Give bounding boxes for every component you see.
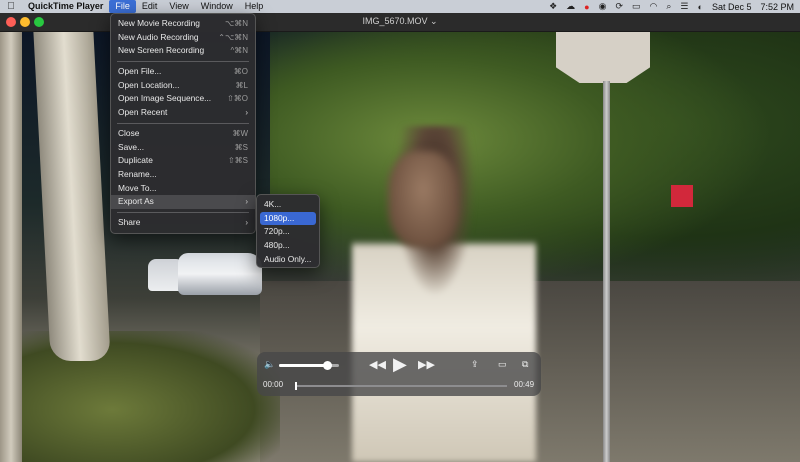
apple-menu-icon[interactable]:  — [0, 1, 22, 12]
dropbox-icon[interactable]: ❖ — [549, 1, 557, 12]
menu-item-save[interactable]: Save... ⌘S — [111, 141, 255, 155]
search-icon[interactable]: ⌕ — [666, 1, 671, 12]
current-time: 00:00 — [263, 380, 284, 389]
chevron-right-icon: › — [245, 217, 248, 227]
end-time: 00:49 — [514, 380, 535, 389]
battery-icon[interactable]: ▭ — [632, 1, 641, 12]
rewind-icon[interactable]: ◀◀ — [369, 359, 386, 371]
menu-item-new-screen-recording[interactable]: New Screen Recording ^⌘N — [111, 44, 255, 58]
menu-item-share[interactable]: Share › — [111, 216, 255, 230]
red-sign — [671, 185, 693, 207]
menu-separator — [117, 211, 249, 213]
menu-item-close[interactable]: Close ⌘W — [111, 127, 255, 141]
status-area: ❖ ☁ ● ◉ ⟳ ▭ ◠ ⌕ ☰ ◐ Sat Dec 5 7:52 PM — [549, 0, 794, 13]
file-menu: New Movie Recording ⌥⌘N New Audio Recordi… — [110, 13, 256, 234]
playhead[interactable] — [295, 382, 297, 390]
menu-separator — [117, 122, 249, 124]
menu-item-move-to[interactable]: Move To... — [111, 182, 255, 196]
menu-item-open-file[interactable]: Open File... ⌘O — [111, 65, 255, 79]
menu-separator — [117, 61, 249, 63]
cloud-icon[interactable]: ☁ — [566, 1, 575, 12]
chevron-right-icon: › — [245, 108, 248, 118]
export-4k[interactable]: 4K... — [260, 198, 316, 212]
menu-edit[interactable]: Edit — [136, 0, 164, 13]
user-icon[interactable]: ◐ — [698, 2, 703, 12]
menu-window[interactable]: Window — [195, 0, 239, 13]
export-480p[interactable]: 480p... — [260, 239, 316, 253]
tree-trunk — [33, 31, 111, 361]
export-submenu: 4K... 1080p... 720p... 480p... Audio Onl… — [256, 194, 320, 268]
playback-controls: 🔈 ◀◀ ▶ ▶▶ ⇪ ▭ ⧉ 00:00 00:49 — [257, 352, 541, 396]
menu-item-duplicate[interactable]: Duplicate ⇧⌘S — [111, 154, 255, 168]
menu-item-open-location[interactable]: Open Location... ⌘L — [111, 79, 255, 93]
sign-pole — [603, 81, 610, 462]
grass — [0, 331, 280, 462]
tree-trunk-left — [0, 31, 22, 462]
menu-item-export-as[interactable]: Export As › — [111, 195, 255, 209]
menu-help[interactable]: Help — [239, 0, 270, 13]
volume-icon[interactable]: 🔈 — [264, 359, 275, 370]
menu-time[interactable]: 7:52 PM — [760, 2, 794, 12]
volume-knob[interactable] — [323, 361, 332, 370]
menu-file[interactable]: File — [109, 0, 136, 13]
menu-item-open-image-sequence[interactable]: Open Image Sequence... ⇧⌘O — [111, 92, 255, 106]
menu-bar:  QuickTime Player File Edit View Window… — [0, 0, 800, 13]
volume-slider[interactable] — [279, 361, 339, 370]
export-720p[interactable]: 720p... — [260, 225, 316, 239]
scrubber[interactable] — [295, 382, 507, 390]
export-audio-only[interactable]: Audio Only... — [260, 253, 316, 267]
circle-status-icon[interactable]: ◉ — [599, 1, 607, 12]
chevron-right-icon: › — [245, 197, 248, 207]
export-1080p[interactable]: 1080p... — [260, 211, 316, 226]
menu-item-new-movie-recording[interactable]: New Movie Recording ⌥⌘N — [111, 17, 255, 31]
menu-date[interactable]: Sat Dec 5 — [712, 2, 752, 12]
volume-level — [279, 364, 327, 367]
control-center-icon[interactable]: ☰ — [680, 1, 688, 12]
picture-in-picture-icon[interactable]: ⧉ — [522, 358, 528, 370]
blurred-face — [388, 151, 458, 247]
wifi-icon[interactable]: ◠ — [650, 1, 658, 12]
recording-icon[interactable]: ● — [584, 2, 589, 12]
play-icon[interactable]: ▶ — [393, 355, 407, 373]
fast-forward-icon[interactable]: ▶▶ — [418, 359, 435, 371]
stop-sign-back — [556, 31, 650, 83]
sync-icon[interactable]: ⟳ — [615, 1, 623, 12]
airplay-icon[interactable]: ▭ — [498, 358, 507, 370]
menu-view[interactable]: View — [163, 0, 194, 13]
menu-app-name[interactable]: QuickTime Player — [22, 0, 109, 13]
parked-car — [178, 253, 262, 295]
menu-item-open-recent[interactable]: Open Recent › — [111, 106, 255, 120]
menu-item-new-audio-recording[interactable]: New Audio Recording ⌃⌥⌘N — [111, 31, 255, 45]
share-icon[interactable]: ⇪ — [471, 358, 479, 370]
menu-item-rename[interactable]: Rename... — [111, 168, 255, 182]
